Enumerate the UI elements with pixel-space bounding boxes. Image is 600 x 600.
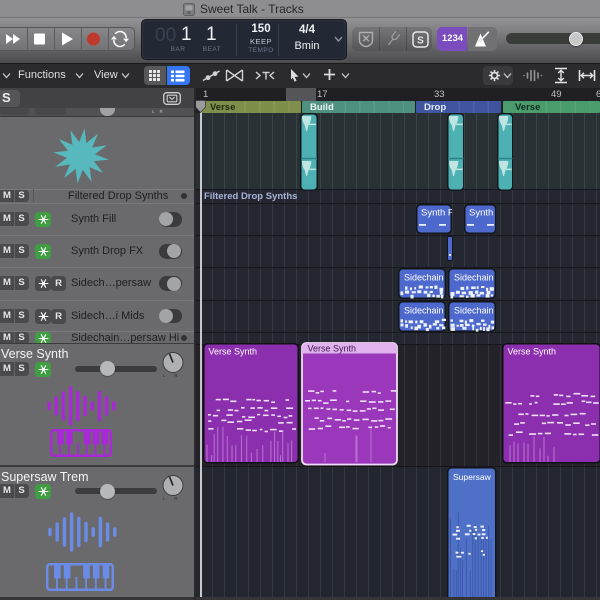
svg-text:Sidechain: Sidechain	[454, 305, 494, 315]
svg-text:Sidechain: Sidechain	[454, 272, 494, 282]
svg-text:Synth: Synth	[469, 207, 493, 218]
svg-text:Supersaw: Supersaw	[453, 472, 492, 482]
svg-text:S: S	[417, 36, 424, 47]
svg-text:Sidechain: Sidechain	[404, 272, 444, 282]
svg-text:Synth F: Synth F	[421, 207, 452, 218]
svg-text:Sidechain: Sidechain	[404, 305, 444, 315]
svg-text:Verse Synth: Verse Synth	[508, 347, 557, 357]
svg-text:Verse Synth: Verse Synth	[208, 347, 257, 357]
svg-text:Verse Synth: Verse Synth	[308, 343, 357, 353]
